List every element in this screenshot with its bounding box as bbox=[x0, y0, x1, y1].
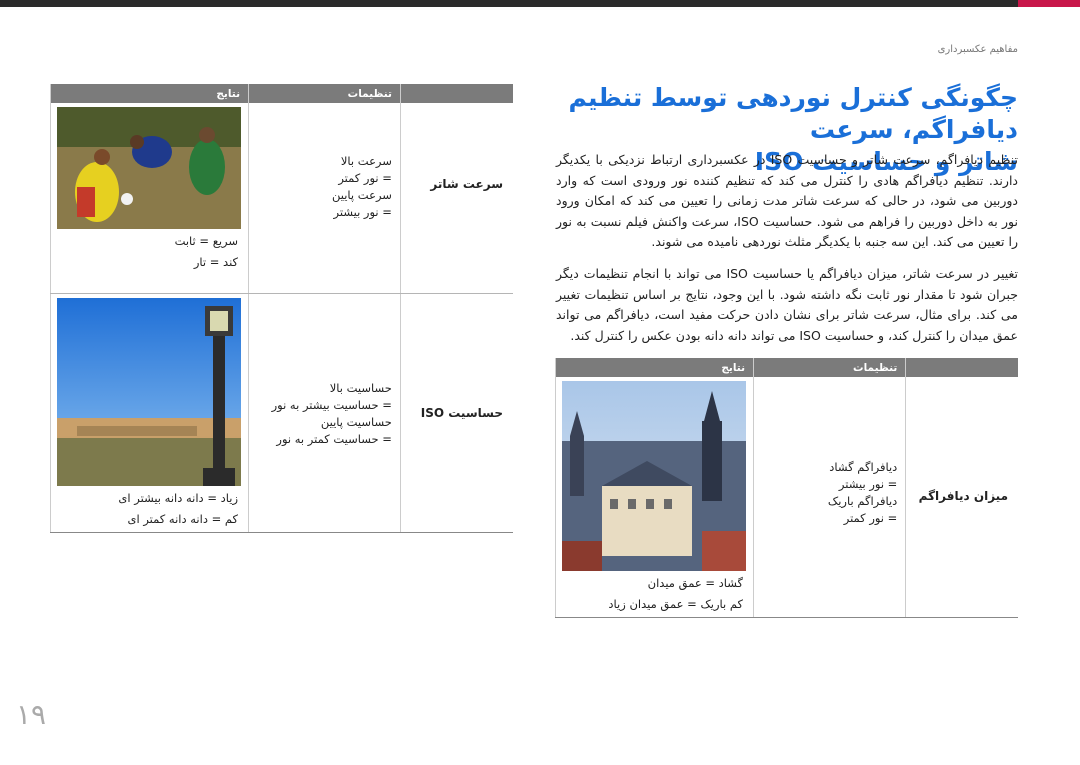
table-header-results: نتایج bbox=[49, 84, 249, 103]
option-text: دیافراگم باریک bbox=[827, 494, 898, 508]
compensation-paragraph: تغییر در سرعت شاتر، میزان دیافراگم یا حس… bbox=[556, 266, 1019, 343]
table-row: حساسیت ISO حساسیت بالا = حساسیت بیشتر به… bbox=[49, 293, 513, 533]
option-text: دیافراگم گشاد bbox=[829, 460, 898, 474]
table-header-blank bbox=[905, 358, 1018, 377]
table-header-settings: تنظیمات bbox=[753, 358, 906, 377]
soccer-players-photo bbox=[57, 107, 242, 229]
result-caption: کم باریک = عمق میدان زیاد bbox=[608, 597, 744, 611]
option-text: = حساسیت بیشتر به نور bbox=[271, 398, 392, 412]
option-text: حساسیت پایین bbox=[320, 415, 392, 429]
top-bar bbox=[0, 0, 1080, 7]
result-caption: کم = دانه دانه کمتر ای bbox=[127, 512, 239, 526]
option-text: = نور کمتر bbox=[338, 171, 392, 185]
result-caption: سریع = ثابت bbox=[174, 234, 239, 248]
option-text: حساسیت بالا bbox=[329, 381, 392, 395]
top-bar-accent bbox=[1018, 0, 1080, 7]
table-row: میزان دیافراگم دیافراگم گشاد = نور بیشتر… bbox=[554, 377, 1018, 618]
row-options-iso: حساسیت بالا = حساسیت بیشتر به نور حساسیت… bbox=[248, 293, 401, 533]
page-number: ۱۹ bbox=[16, 698, 47, 731]
table-header-row: تنظیمات نتایج bbox=[49, 84, 513, 103]
row-name-iso: حساسیت ISO bbox=[399, 293, 513, 533]
row-result-aperture: گشاد = عمق میدان کم باریک = عمق میدان زی… bbox=[554, 377, 754, 618]
option-text: = نور بیشتر bbox=[838, 477, 898, 491]
row-result-shutter: سریع = ثابت کند = تار bbox=[49, 103, 249, 294]
row-options-shutter: سرعت بالا = نور کمتر سرعت پایین = نور بی… bbox=[248, 103, 401, 294]
option-text: سرعت بالا bbox=[340, 154, 392, 168]
result-caption: زیاد = دانه دانه بیشتر ای bbox=[118, 491, 239, 505]
table-header-results: نتایج bbox=[554, 358, 754, 377]
table-header-settings: تنظیمات bbox=[248, 84, 401, 103]
option-text: = حساسیت کمتر به نور bbox=[276, 432, 392, 446]
row-options-aperture: دیافراگم گشاد = نور بیشتر دیافراگم باریک… bbox=[753, 377, 906, 618]
table-header-blank bbox=[399, 84, 513, 103]
result-caption: گشاد = عمق میدان bbox=[647, 576, 744, 590]
page-title-line1: چگونگی کنترل نوردهی توسط تنظیم دیافراگم،… bbox=[568, 83, 1018, 144]
result-caption: کند = تار bbox=[193, 255, 239, 269]
row-result-iso: زیاد = دانه دانه بیشتر ای کم = دانه دانه… bbox=[49, 293, 249, 533]
row-name-aperture: میزان دیافراگم bbox=[905, 377, 1018, 618]
option-text: = نور کمتر bbox=[843, 511, 898, 525]
settings-table-shutter-iso: تنظیمات نتایج سرعت شاتر سرعت بالا = نور … bbox=[49, 84, 513, 533]
option-text: = نور بیشتر bbox=[333, 205, 392, 219]
settings-table-aperture: تنظیمات نتایج میزان دیافراگم دیافراگم گش… bbox=[554, 358, 1018, 618]
street-lamp-photo bbox=[57, 298, 242, 486]
option-text: سرعت پایین bbox=[332, 188, 392, 202]
table-header-row: تنظیمات نتایج bbox=[554, 358, 1018, 377]
section-label: مفاهیم عکسبرداری bbox=[937, 44, 1018, 55]
row-name-shutter: سرعت شاتر bbox=[399, 103, 513, 294]
city-skyline-photo bbox=[562, 381, 747, 571]
table-row: سرعت شاتر سرعت بالا = نور کمتر سرعت پایی… bbox=[49, 103, 513, 294]
intro-paragraph: تنظیم دیافراگم، سرعت شاتر و حساسیت ISO د… bbox=[556, 152, 1018, 249]
